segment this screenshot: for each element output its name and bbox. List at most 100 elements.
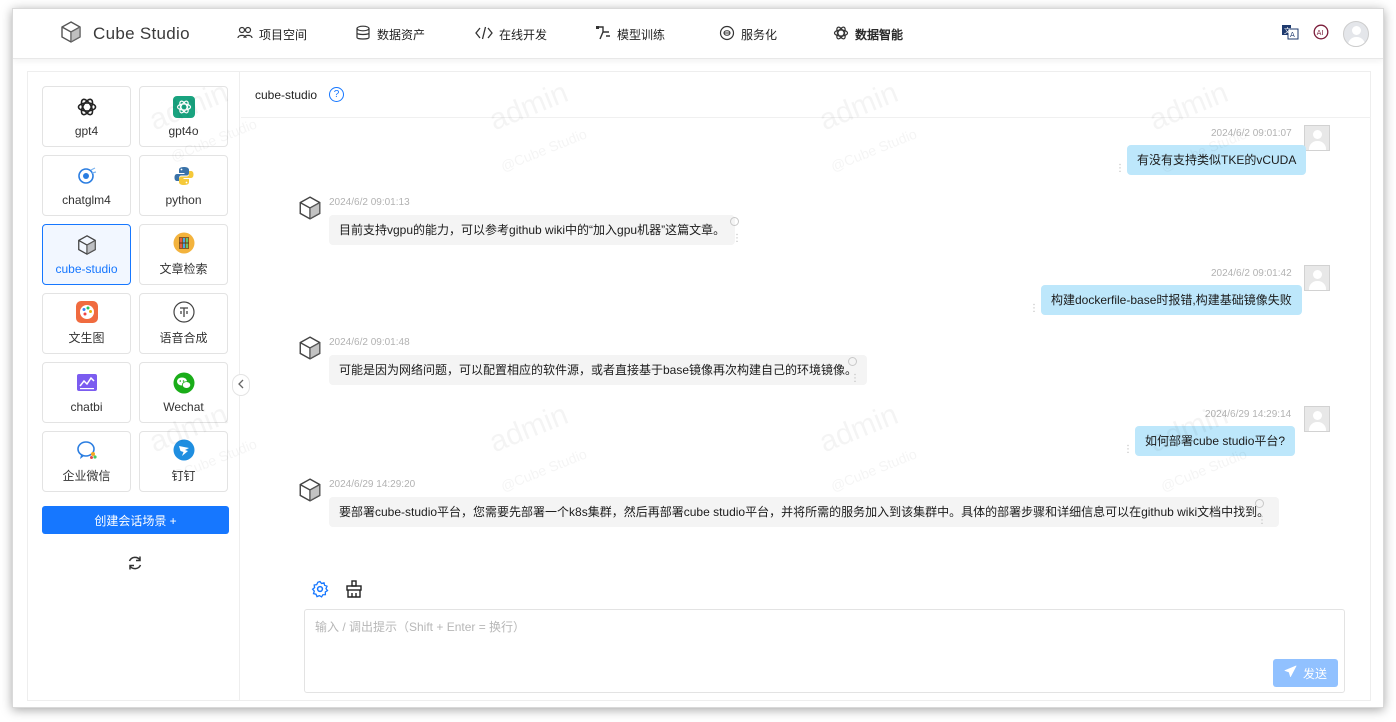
settings-gear-icon[interactable]	[311, 580, 329, 598]
agent-card-python[interactable]: python	[139, 155, 228, 216]
ai-assistant-icon[interactable]: AI	[1313, 24, 1329, 45]
message-time: 2024/6/29 14:29:14	[1205, 409, 1292, 420]
user-avatar	[1304, 265, 1330, 291]
more-options-icon[interactable]: ⋮	[732, 234, 742, 244]
agent-grid: gpt4 gpt4o chatglm4 python cube-studio 文…	[42, 86, 228, 492]
send-label: 发送	[1302, 666, 1327, 681]
palette-icon	[75, 301, 98, 323]
agent-card-article-search[interactable]: 文章检索	[139, 224, 228, 285]
agent-card-chatglm4[interactable]: chatglm4	[42, 155, 131, 216]
input-toolbar	[311, 580, 363, 598]
message-bubble: 构建dockerfile-base时报错,构建基础镜像失败	[1041, 285, 1302, 315]
agent-label: 语音合成	[159, 331, 208, 345]
chat-header: cube-studio ?	[241, 72, 1371, 118]
message-input-box: 发送	[304, 609, 1345, 693]
nav-label: 服务化	[741, 27, 778, 42]
nav-item-serving[interactable]: 服务化	[719, 9, 833, 59]
nav-label: 在线开发	[499, 27, 548, 42]
agent-card-chatbi[interactable]: chatbi	[42, 362, 131, 423]
user-avatar	[1304, 125, 1330, 151]
code-icon	[475, 26, 493, 43]
regenerate-icon[interactable]	[848, 357, 857, 366]
message-bubble: 如何部署cube studio平台?	[1135, 426, 1296, 456]
more-options-icon[interactable]: ⋮	[1123, 445, 1133, 455]
regenerate-icon[interactable]	[1255, 499, 1264, 508]
more-options-icon[interactable]: ⋮	[850, 374, 860, 384]
refresh-icon[interactable]	[126, 554, 144, 572]
nav-item-projects[interactable]: 项目空间	[237, 9, 355, 59]
help-icon[interactable]: ?	[329, 87, 345, 102]
brand-logo[interactable]: Cube Studio	[59, 20, 190, 47]
nav-item-data-assets[interactable]: 数据资产	[355, 9, 475, 59]
more-options-icon[interactable]: ⋮	[1257, 516, 1267, 526]
nav-item-data-intelligence[interactable]: 数据智能	[833, 9, 943, 59]
nav-label: 数据智能	[855, 27, 904, 42]
top-right-tools: 文A AI	[1281, 21, 1369, 47]
agent-label: cube-studio	[55, 261, 118, 276]
chatglm-icon	[76, 165, 98, 187]
flow-icon	[595, 25, 611, 44]
voice-icon	[172, 301, 195, 323]
user-avatar	[1304, 406, 1330, 432]
send-plane-icon	[1284, 665, 1297, 681]
agent-card-text-to-image[interactable]: 文生图	[42, 293, 131, 354]
agent-label: python	[165, 192, 202, 207]
wechat-icon	[173, 372, 195, 394]
more-options-icon[interactable]: ⋮	[1115, 164, 1125, 174]
main-panel: gpt4 gpt4o chatglm4 python cube-studio 文…	[27, 71, 1371, 701]
agent-label: 文生图	[68, 331, 105, 345]
cube-icon	[76, 234, 98, 256]
translate-icon[interactable]: 文A	[1281, 24, 1299, 45]
agent-card-dingtalk[interactable]: 钉钉	[139, 431, 228, 492]
dingtalk-icon	[173, 439, 195, 461]
agent-label: chatglm4	[62, 192, 111, 207]
agent-label: gpt4o	[168, 123, 199, 138]
main-nav: 项目空间 数据资产 在线开发 模型训练 服务化 数据智能	[237, 9, 943, 59]
wecom-icon	[76, 439, 98, 461]
send-button[interactable]: 发送	[1273, 659, 1338, 687]
message-bubble: 目前支持vgpu的能力，可以参考github wiki中的“加入gpu机器”这篇…	[329, 215, 736, 245]
agent-card-gpt4[interactable]: gpt4	[42, 86, 131, 147]
message-bubble: 有没有支持类似TKE的vCUDA	[1127, 145, 1307, 175]
team-icon	[237, 26, 253, 43]
agent-card-cube-studio[interactable]: cube-studio	[42, 224, 131, 285]
clear-broom-icon[interactable]	[345, 580, 363, 598]
message-bubble: 要部署cube-studio平台，您需要先部署一个k8s集群，然后再部署cube…	[329, 497, 1280, 527]
openai-green-icon	[172, 95, 195, 118]
python-icon	[173, 165, 195, 187]
user-avatar[interactable]	[1343, 21, 1369, 47]
openai-icon	[76, 96, 98, 118]
nav-item-model-training[interactable]: 模型训练	[595, 9, 719, 59]
top-navigation-bar: Cube Studio 项目空间 数据资产 在线开发 模型训练 服务化 数据智能…	[13, 9, 1383, 59]
nav-item-online-dev[interactable]: 在线开发	[475, 9, 595, 59]
agent-card-wecom[interactable]: 企业微信	[42, 431, 131, 492]
service-icon	[719, 25, 735, 44]
message-input[interactable]	[305, 610, 1344, 692]
agent-label: Wechat	[163, 399, 204, 414]
agent-label: chatbi	[70, 399, 103, 414]
message-time: 2024/6/2 09:01:42	[1211, 268, 1292, 279]
create-scene-button[interactable]: 创建会话场景 +	[42, 506, 229, 534]
message-time: 2024/6/2 09:01:07	[1211, 128, 1292, 139]
more-options-icon[interactable]: ⋮	[1029, 304, 1039, 314]
openai-icon	[833, 25, 849, 44]
agent-card-wechat[interactable]: Wechat	[139, 362, 228, 423]
svg-text:A: A	[1290, 31, 1295, 39]
message-time: 2024/6/2 09:01:48	[329, 337, 410, 348]
chart-icon	[76, 372, 98, 394]
agent-card-gpt4o[interactable]: gpt4o	[139, 86, 228, 147]
nav-label: 数据资产	[377, 27, 426, 42]
svg-text:AI: AI	[1317, 28, 1324, 36]
app-name: Cube Studio	[93, 24, 190, 43]
message-bubble: 可能是因为网络问题，可以配置相应的软件源，或者直接基于base镜像再次构建自己的…	[329, 355, 868, 385]
message-time: 2024/6/2 09:01:13	[329, 197, 410, 208]
bot-avatar-icon	[297, 335, 323, 361]
agent-label: gpt4	[74, 123, 99, 138]
agent-label: 钉钉	[171, 469, 196, 483]
regenerate-icon[interactable]	[730, 217, 739, 226]
agent-card-speech-synthesis[interactable]: 语音合成	[139, 293, 228, 354]
bookshelf-icon	[173, 232, 195, 254]
chat-title: cube-studio	[255, 87, 318, 102]
agent-label: 文章检索	[159, 262, 208, 276]
nav-label: 模型训练	[617, 27, 666, 42]
